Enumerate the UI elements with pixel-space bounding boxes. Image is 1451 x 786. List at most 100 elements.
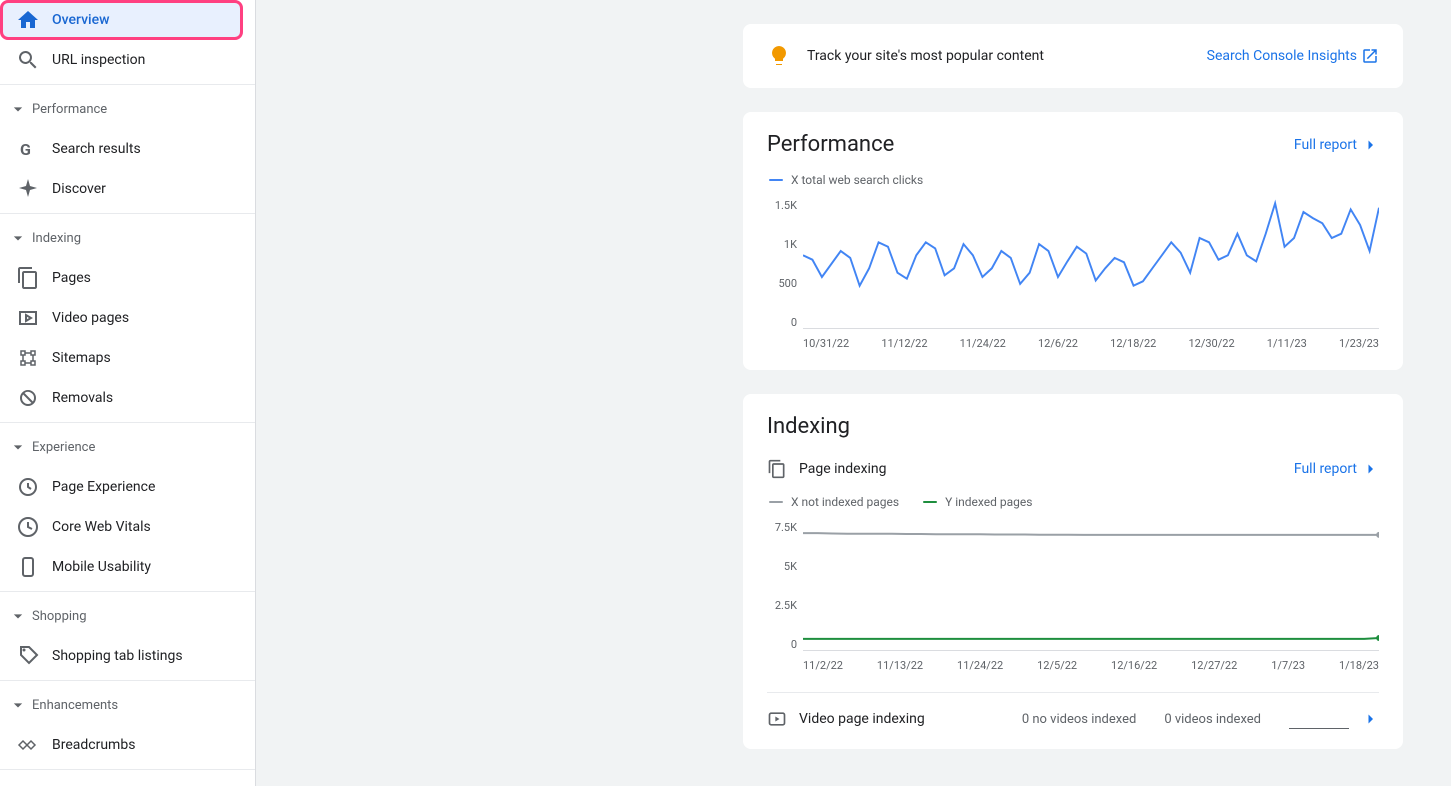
indexing-legend-idx: Y indexed pages <box>923 495 1032 509</box>
video-icon <box>16 306 40 330</box>
section-enhancements[interactable]: Enhancements <box>0 685 255 725</box>
indexing-title: Indexing <box>767 414 1379 439</box>
search-icon <box>16 48 40 72</box>
sidebar-item-page-experience[interactable]: Page Experience <box>0 467 247 507</box>
sidebar-item-search-results[interactable]: G Search results <box>0 129 247 169</box>
sidebar-item-url-inspection[interactable]: URL inspection <box>0 40 247 80</box>
sidebar-item-mobile-usability[interactable]: Mobile Usability <box>0 547 247 587</box>
swatch-green <box>923 501 937 503</box>
insights-card: Track your site's most popular content S… <box>743 24 1403 88</box>
shopping-section-label: Shopping <box>32 609 87 624</box>
sidebar-item-removals[interactable]: Removals <box>0 378 247 418</box>
section-indexing[interactable]: Indexing <box>0 218 255 258</box>
performance-card: Performance Full report X total web sear… <box>743 112 1403 370</box>
full-report-label: Full report <box>1294 137 1357 153</box>
mobile-icon <box>16 555 40 579</box>
indexing-legend-not-label: X not indexed pages <box>791 495 899 509</box>
pages-icon <box>16 266 40 290</box>
indexing-chart: 7.5K5K2.5K0 11/2/2211/13/2211/24/2212/5/… <box>767 521 1379 672</box>
sidebar-item-sitemaps[interactable]: Sitemaps <box>0 338 247 378</box>
insights-link-label: Search Console Insights <box>1207 48 1357 64</box>
video-pages-label: Video pages <box>52 310 129 326</box>
swatch-grey <box>769 501 783 503</box>
video-metric-2: 0 videos indexed <box>1164 712 1261 727</box>
chevron-right-icon <box>1361 136 1379 154</box>
section-security[interactable]: Security & Manual Actions <box>0 774 255 786</box>
section-shopping[interactable]: Shopping <box>0 596 255 636</box>
tag-icon <box>16 644 40 668</box>
mobile-usability-label: Mobile Usability <box>52 559 151 575</box>
sitemap-icon <box>16 346 40 370</box>
discover-label: Discover <box>52 181 106 197</box>
full-report-label: Full report <box>1294 461 1357 477</box>
caret-down-icon <box>8 695 28 715</box>
page-experience-icon <box>16 475 40 499</box>
page-experience-label: Page Experience <box>52 479 155 495</box>
sidebar-item-overview[interactable]: Overview <box>0 0 243 40</box>
shopping-listings-label: Shopping tab listings <box>52 648 183 664</box>
sidebar-item-video-pages[interactable]: Video pages <box>0 298 247 338</box>
section-experience[interactable]: Experience <box>0 427 255 467</box>
core-web-vitals-label: Core Web Vitals <box>52 519 151 535</box>
sidebar-item-core-web-vitals[interactable]: Core Web Vitals <box>0 507 247 547</box>
performance-full-report-link[interactable]: Full report <box>1294 136 1379 154</box>
removals-label: Removals <box>52 390 113 406</box>
video-icon <box>767 709 787 729</box>
caret-down-icon <box>8 99 28 119</box>
url-inspection-label: URL inspection <box>52 52 145 68</box>
indexing-legend-idx-label: Y indexed pages <box>945 495 1032 509</box>
divider <box>0 591 255 592</box>
insights-text: Track your site's most popular content <box>807 48 1044 64</box>
sidebar-item-breadcrumbs[interactable]: Breadcrumbs <box>0 725 247 765</box>
removals-icon <box>16 386 40 410</box>
breadcrumbs-icon <box>16 733 40 757</box>
experience-section-label: Experience <box>32 440 95 455</box>
insights-link[interactable]: Search Console Insights <box>1207 47 1379 65</box>
sidebar: Overview URL inspection Performance G Se… <box>0 0 256 786</box>
breadcrumbs-label: Breadcrumbs <box>52 737 135 753</box>
indexing-section-label: Indexing <box>32 231 81 246</box>
page-indexing-label: Page indexing <box>799 461 1282 477</box>
svg-text:G: G <box>20 140 31 159</box>
vitals-icon <box>16 515 40 539</box>
caret-down-icon <box>8 228 28 248</box>
indexing-full-report-link[interactable]: Full report <box>1294 460 1379 478</box>
home-icon <box>16 8 40 32</box>
performance-title: Performance <box>767 132 894 157</box>
performance-section-label: Performance <box>32 102 107 117</box>
enhancements-section-label: Enhancements <box>32 698 118 713</box>
video-indexing-row[interactable]: Video page indexing 0 no videos indexed … <box>767 692 1379 729</box>
pages-label: Pages <box>52 270 91 286</box>
pages-icon <box>767 459 787 479</box>
search-results-label: Search results <box>52 141 141 157</box>
indexing-legend-not: X not indexed pages <box>769 495 899 509</box>
swatch-blue <box>769 179 783 181</box>
google-icon: G <box>16 137 40 161</box>
divider <box>0 213 255 214</box>
lightbulb-icon <box>767 44 791 68</box>
indexing-card: Indexing Page indexing Full report X not… <box>743 394 1403 749</box>
caret-down-icon <box>8 606 28 626</box>
main-content: Track your site's most popular content S… <box>256 0 1451 786</box>
divider <box>0 680 255 681</box>
video-metric-1: 0 no videos indexed <box>1022 712 1137 727</box>
discover-icon <box>16 177 40 201</box>
sitemaps-label: Sitemaps <box>52 350 111 366</box>
sidebar-item-discover[interactable]: Discover <box>0 169 247 209</box>
section-performance[interactable]: Performance <box>0 89 255 129</box>
divider <box>0 769 255 770</box>
divider <box>0 422 255 423</box>
overview-label: Overview <box>52 12 109 28</box>
sparkline <box>1289 709 1349 729</box>
chevron-right-icon <box>1361 460 1379 478</box>
external-link-icon <box>1361 47 1379 65</box>
performance-legend-label: X total web search clicks <box>791 173 923 187</box>
divider <box>0 84 255 85</box>
performance-legend-item: X total web search clicks <box>769 173 923 187</box>
performance-chart: 1.5K1K5000 10/31/2211/12/2211/24/2212/6/… <box>767 199 1379 350</box>
video-indexing-label: Video page indexing <box>799 711 1010 727</box>
caret-down-icon <box>8 437 28 457</box>
sidebar-item-pages[interactable]: Pages <box>0 258 247 298</box>
sidebar-item-shopping-listings[interactable]: Shopping tab listings <box>0 636 247 676</box>
chevron-right-icon <box>1361 710 1379 728</box>
